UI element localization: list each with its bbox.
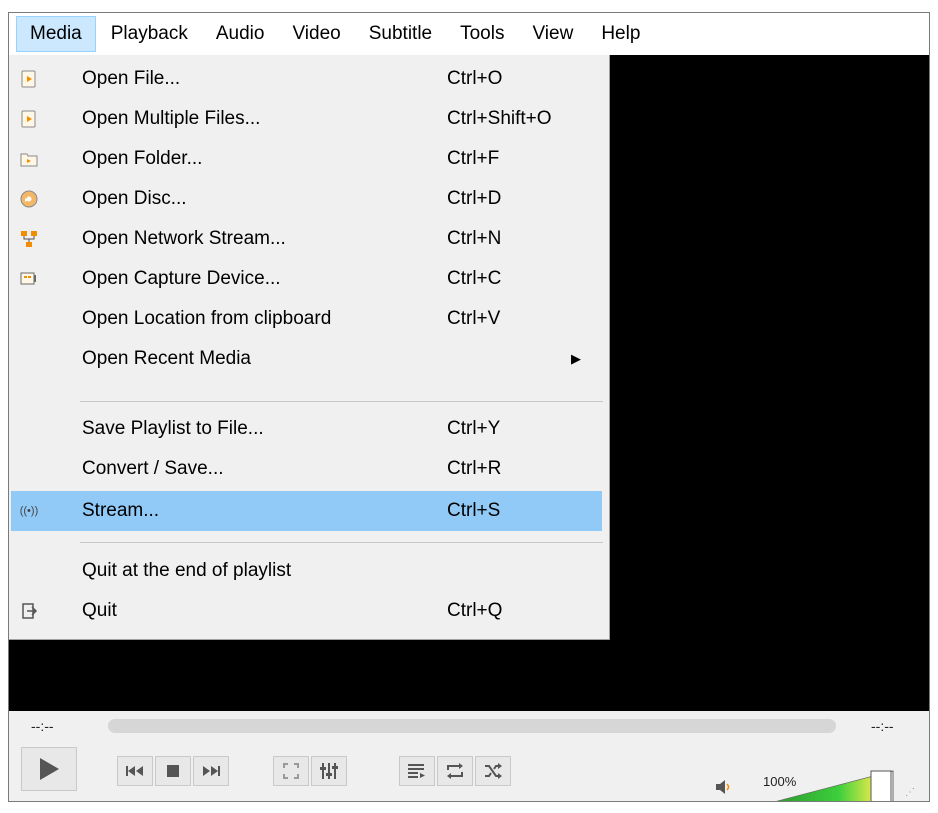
menu-playback[interactable]: Playback — [98, 16, 201, 52]
menu-item-shortcut: Ctrl+Y — [447, 418, 501, 439]
menu-video[interactable]: Video — [279, 16, 353, 52]
shuffle-button[interactable] — [475, 756, 511, 786]
menu-item-open-location-clipboard[interactable]: Open Location from clipboard Ctrl+V — [11, 299, 602, 339]
controls-bar: --:-- --:-- 100% ⋰ — [9, 711, 929, 802]
menu-item-label: Open File... — [82, 68, 181, 89]
stop-button[interactable] — [155, 756, 191, 786]
open-file-icon — [19, 69, 39, 89]
menu-item-shortcut: Ctrl+N — [447, 228, 502, 249]
network-icon — [19, 229, 39, 249]
menu-media[interactable]: Media — [16, 16, 96, 52]
fullscreen-button[interactable] — [273, 756, 309, 786]
loop-button[interactable] — [437, 756, 473, 786]
menu-item-quit[interactable]: Quit Ctrl+Q — [11, 591, 602, 631]
playlist-icon — [408, 764, 425, 778]
menu-item-shortcut: Ctrl+O — [447, 68, 503, 89]
menu-tools[interactable]: Tools — [447, 16, 517, 52]
menu-item-shortcut: Ctrl+V — [447, 308, 501, 329]
menu-item-quit-end-playlist[interactable]: Quit at the end of playlist — [11, 551, 602, 591]
menu-item-label: Stream... — [82, 500, 160, 521]
menu-item-shortcut: Ctrl+Shift+O — [447, 108, 552, 129]
menu-item-label: Open Network Stream... — [82, 228, 286, 249]
menu-item-shortcut: Ctrl+F — [447, 148, 500, 169]
menu-view[interactable]: View — [519, 16, 586, 52]
menu-item-open-network-stream[interactable]: Open Network Stream... Ctrl+N — [11, 219, 602, 259]
menu-help[interactable]: Help — [588, 16, 653, 52]
open-multiple-files-icon — [19, 109, 39, 129]
menu-bar: Media Playback Audio Video Subtitle Tool… — [9, 13, 929, 55]
menu-item-label: Save Playlist to File... — [82, 418, 264, 439]
previous-button[interactable] — [117, 756, 153, 786]
menu-item-convert-save[interactable]: Convert / Save... Ctrl+R — [11, 449, 602, 489]
menu-item-open-multiple-files[interactable]: Open Multiple Files... Ctrl+Shift+O — [11, 99, 602, 139]
menu-item-open-folder[interactable]: Open Folder... Ctrl+F — [11, 139, 602, 179]
submenu-arrow-icon: ▶ — [571, 351, 581, 366]
menu-separator — [80, 401, 603, 402]
menu-item-shortcut: Ctrl+R — [447, 458, 502, 479]
elapsed-time: --:-- — [31, 718, 54, 734]
speaker-icon[interactable] — [715, 779, 733, 795]
next-icon — [203, 766, 220, 776]
resize-grip-icon[interactable]: ⋰ — [905, 787, 915, 798]
volume-slider[interactable] — [761, 769, 896, 802]
menu-item-label: Open Disc... — [82, 188, 187, 209]
menu-item-shortcut: Ctrl+C — [447, 268, 502, 289]
menu-item-shortcut: Ctrl+D — [447, 188, 502, 209]
menu-separator — [80, 542, 603, 543]
extended-settings-icon — [320, 763, 338, 779]
menu-item-shortcut: Ctrl+S — [447, 500, 501, 521]
vlc-window: Media Playback Audio Video Subtitle Tool… — [8, 12, 930, 802]
stop-icon — [167, 765, 179, 777]
seek-slider[interactable] — [108, 719, 836, 733]
menu-item-open-disc[interactable]: Open Disc... Ctrl+D — [11, 179, 602, 219]
menu-audio[interactable]: Audio — [203, 16, 278, 52]
menu-item-label: Quit — [82, 600, 117, 621]
menu-item-open-recent-media[interactable]: Open Recent Media ▶ — [11, 339, 602, 379]
menu-subtitle[interactable]: Subtitle — [356, 16, 445, 52]
menu-item-label: Open Multiple Files... — [82, 108, 261, 129]
remaining-time[interactable]: --:-- — [871, 718, 894, 734]
playlist-button[interactable] — [399, 756, 435, 786]
menu-item-stream[interactable]: ((•)) Stream... Ctrl+S — [11, 491, 602, 531]
loop-icon — [447, 763, 463, 779]
menu-item-shortcut: Ctrl+Q — [447, 600, 503, 621]
menu-item-label: Open Recent Media — [82, 348, 251, 369]
menu-item-open-file[interactable]: Open File... Ctrl+O — [11, 59, 602, 99]
play-button[interactable] — [21, 747, 77, 791]
next-button[interactable] — [193, 756, 229, 786]
menu-item-label: Open Capture Device... — [82, 268, 281, 289]
play-icon — [40, 758, 59, 780]
menu-item-label: Open Folder... — [82, 148, 203, 169]
menu-item-open-capture-device[interactable]: Open Capture Device... Ctrl+C — [11, 259, 602, 299]
menu-item-save-playlist[interactable]: Save Playlist to File... Ctrl+Y — [11, 409, 602, 449]
capture-device-icon — [19, 269, 39, 289]
quit-icon — [19, 601, 39, 621]
menu-item-label: Convert / Save... — [82, 458, 224, 479]
stream-icon: ((•)) — [19, 505, 39, 517]
fullscreen-icon — [283, 763, 299, 779]
menu-item-label: Open Location from clipboard — [82, 308, 332, 329]
disc-icon — [19, 189, 39, 209]
menu-item-label: Quit at the end of playlist — [82, 560, 292, 581]
media-menu-dropdown: Open File... Ctrl+O Open Multiple Files.… — [9, 55, 610, 640]
folder-icon — [19, 149, 39, 169]
previous-icon — [126, 766, 143, 776]
shuffle-icon — [485, 763, 502, 779]
extended-settings-button[interactable] — [311, 756, 347, 786]
